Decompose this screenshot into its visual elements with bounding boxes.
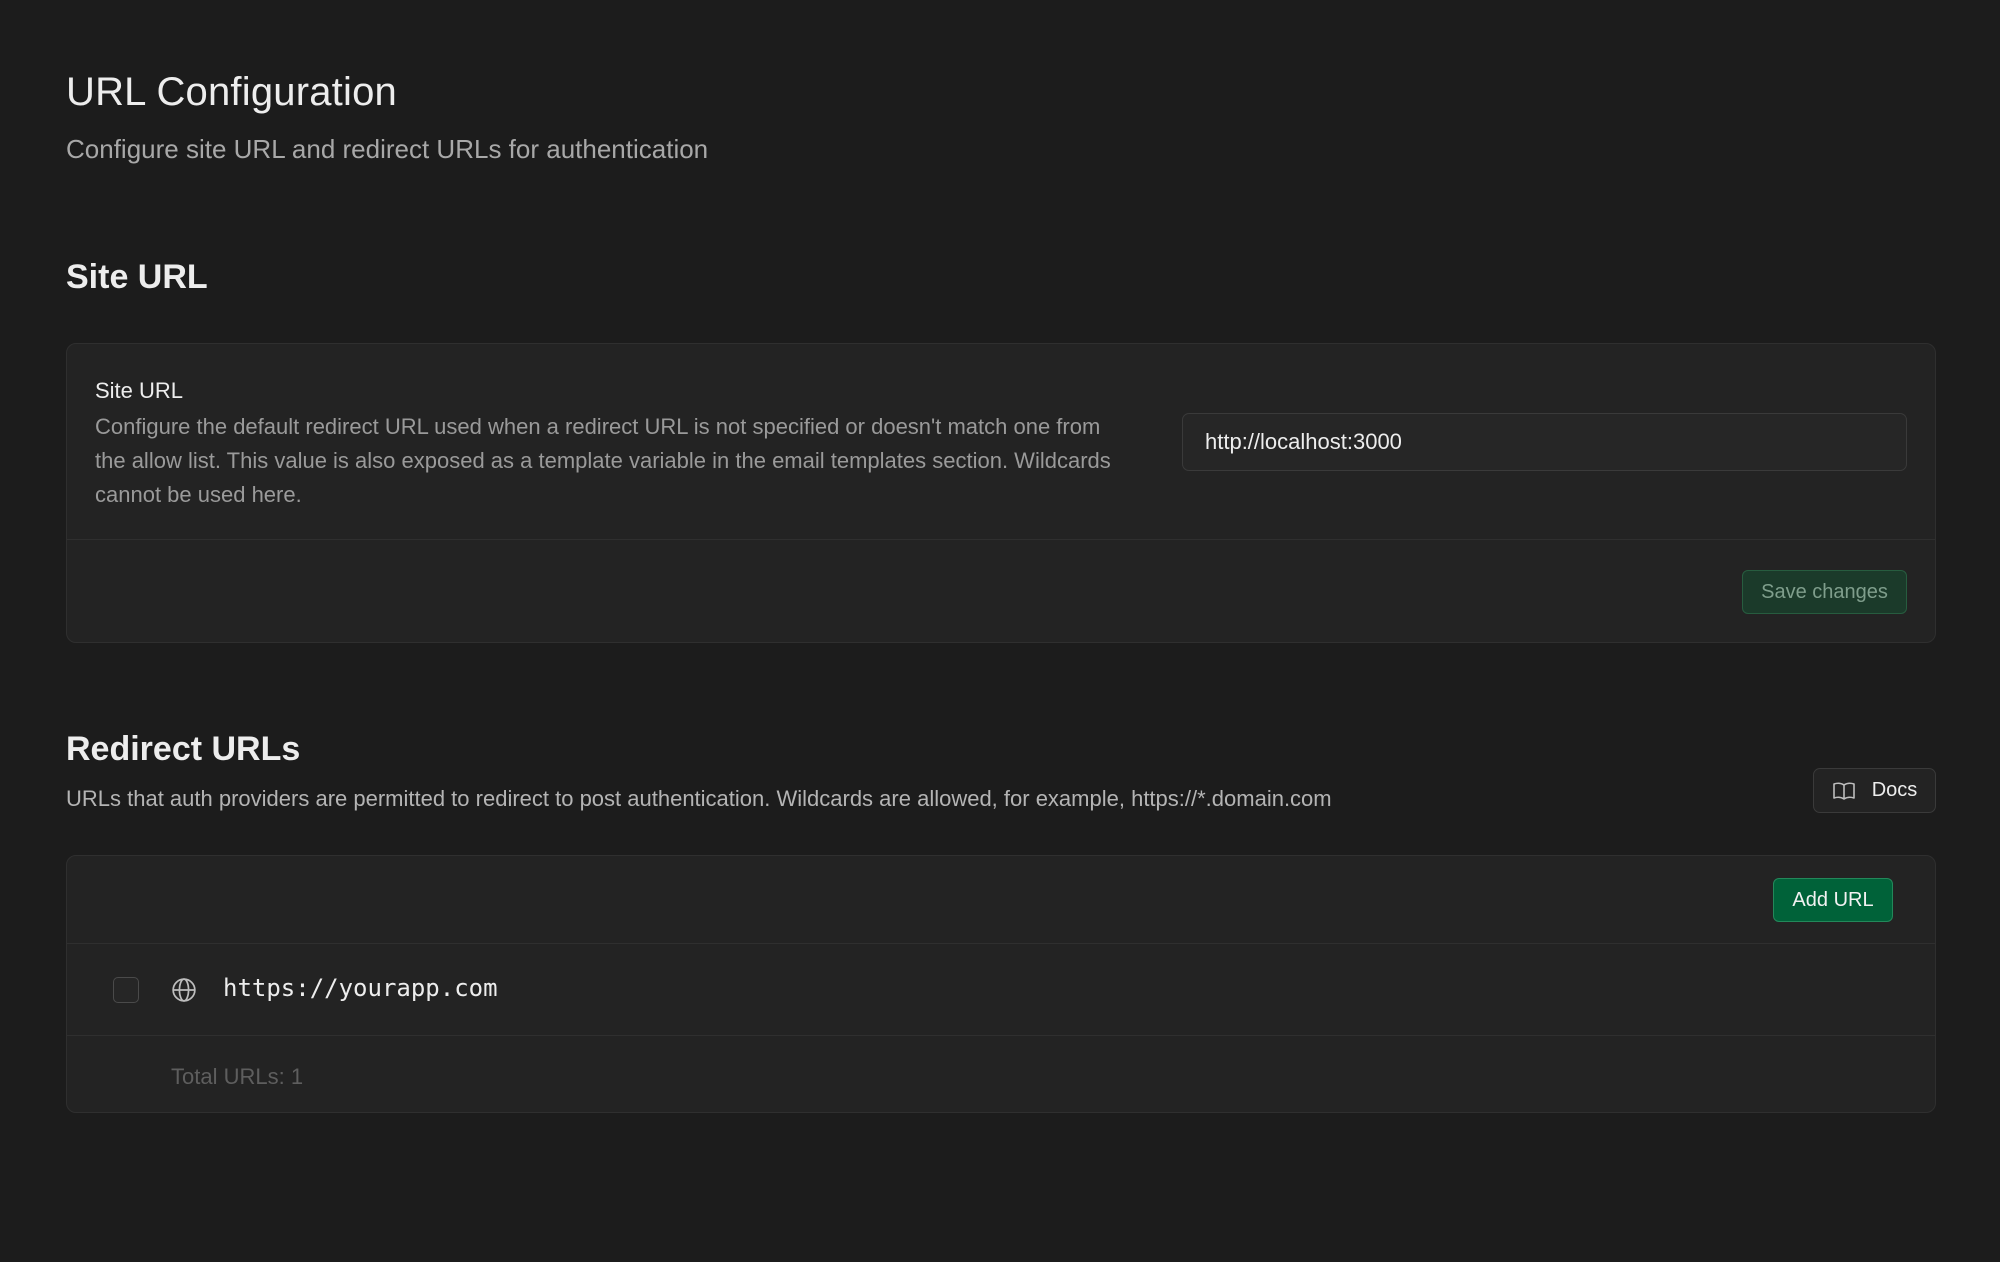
redirect-urls-section-title: Redirect URLs (66, 730, 301, 768)
url-select-checkbox[interactable] (113, 977, 139, 1003)
site-url-field-row: Site URL Configure the default redirect … (67, 344, 1935, 540)
docs-button[interactable]: Docs (1813, 768, 1936, 813)
save-changes-button[interactable]: Save changes (1742, 570, 1907, 614)
site-url-panel: Site URL Configure the default redirect … (66, 343, 1936, 643)
url-configuration-page: URL Configuration Configure site URL and… (0, 0, 2000, 1262)
total-urls-count: Total URLs: 1 (171, 1064, 304, 1089)
book-icon (1832, 782, 1855, 800)
site-url-section-title: Site URL (66, 258, 208, 296)
url-list-item: https://yourapp.com (67, 944, 1935, 1036)
url-value: https://yourapp.com (223, 974, 498, 1002)
page-title: URL Configuration (66, 70, 397, 114)
site-url-input[interactable] (1182, 413, 1907, 471)
globe-icon (172, 978, 196, 1002)
docs-button-label: Docs (1871, 779, 1918, 801)
redirect-urls-description: URLs that auth providers are permitted t… (66, 786, 1332, 811)
page-subtitle: Configure site URL and redirect URLs for… (66, 134, 709, 164)
add-url-button[interactable]: Add URL (1773, 878, 1893, 922)
redirect-urls-toolbar: Add URL (67, 856, 1935, 944)
site-url-field-description: Configure the default redirect URL used … (95, 414, 1111, 507)
site-url-field-label: Site URL (95, 378, 184, 403)
redirect-urls-panel: Add URL https://yourapp.com Total URLs: … (66, 855, 1936, 1113)
url-list-footer: Total URLs: 1 (67, 1036, 1935, 1114)
